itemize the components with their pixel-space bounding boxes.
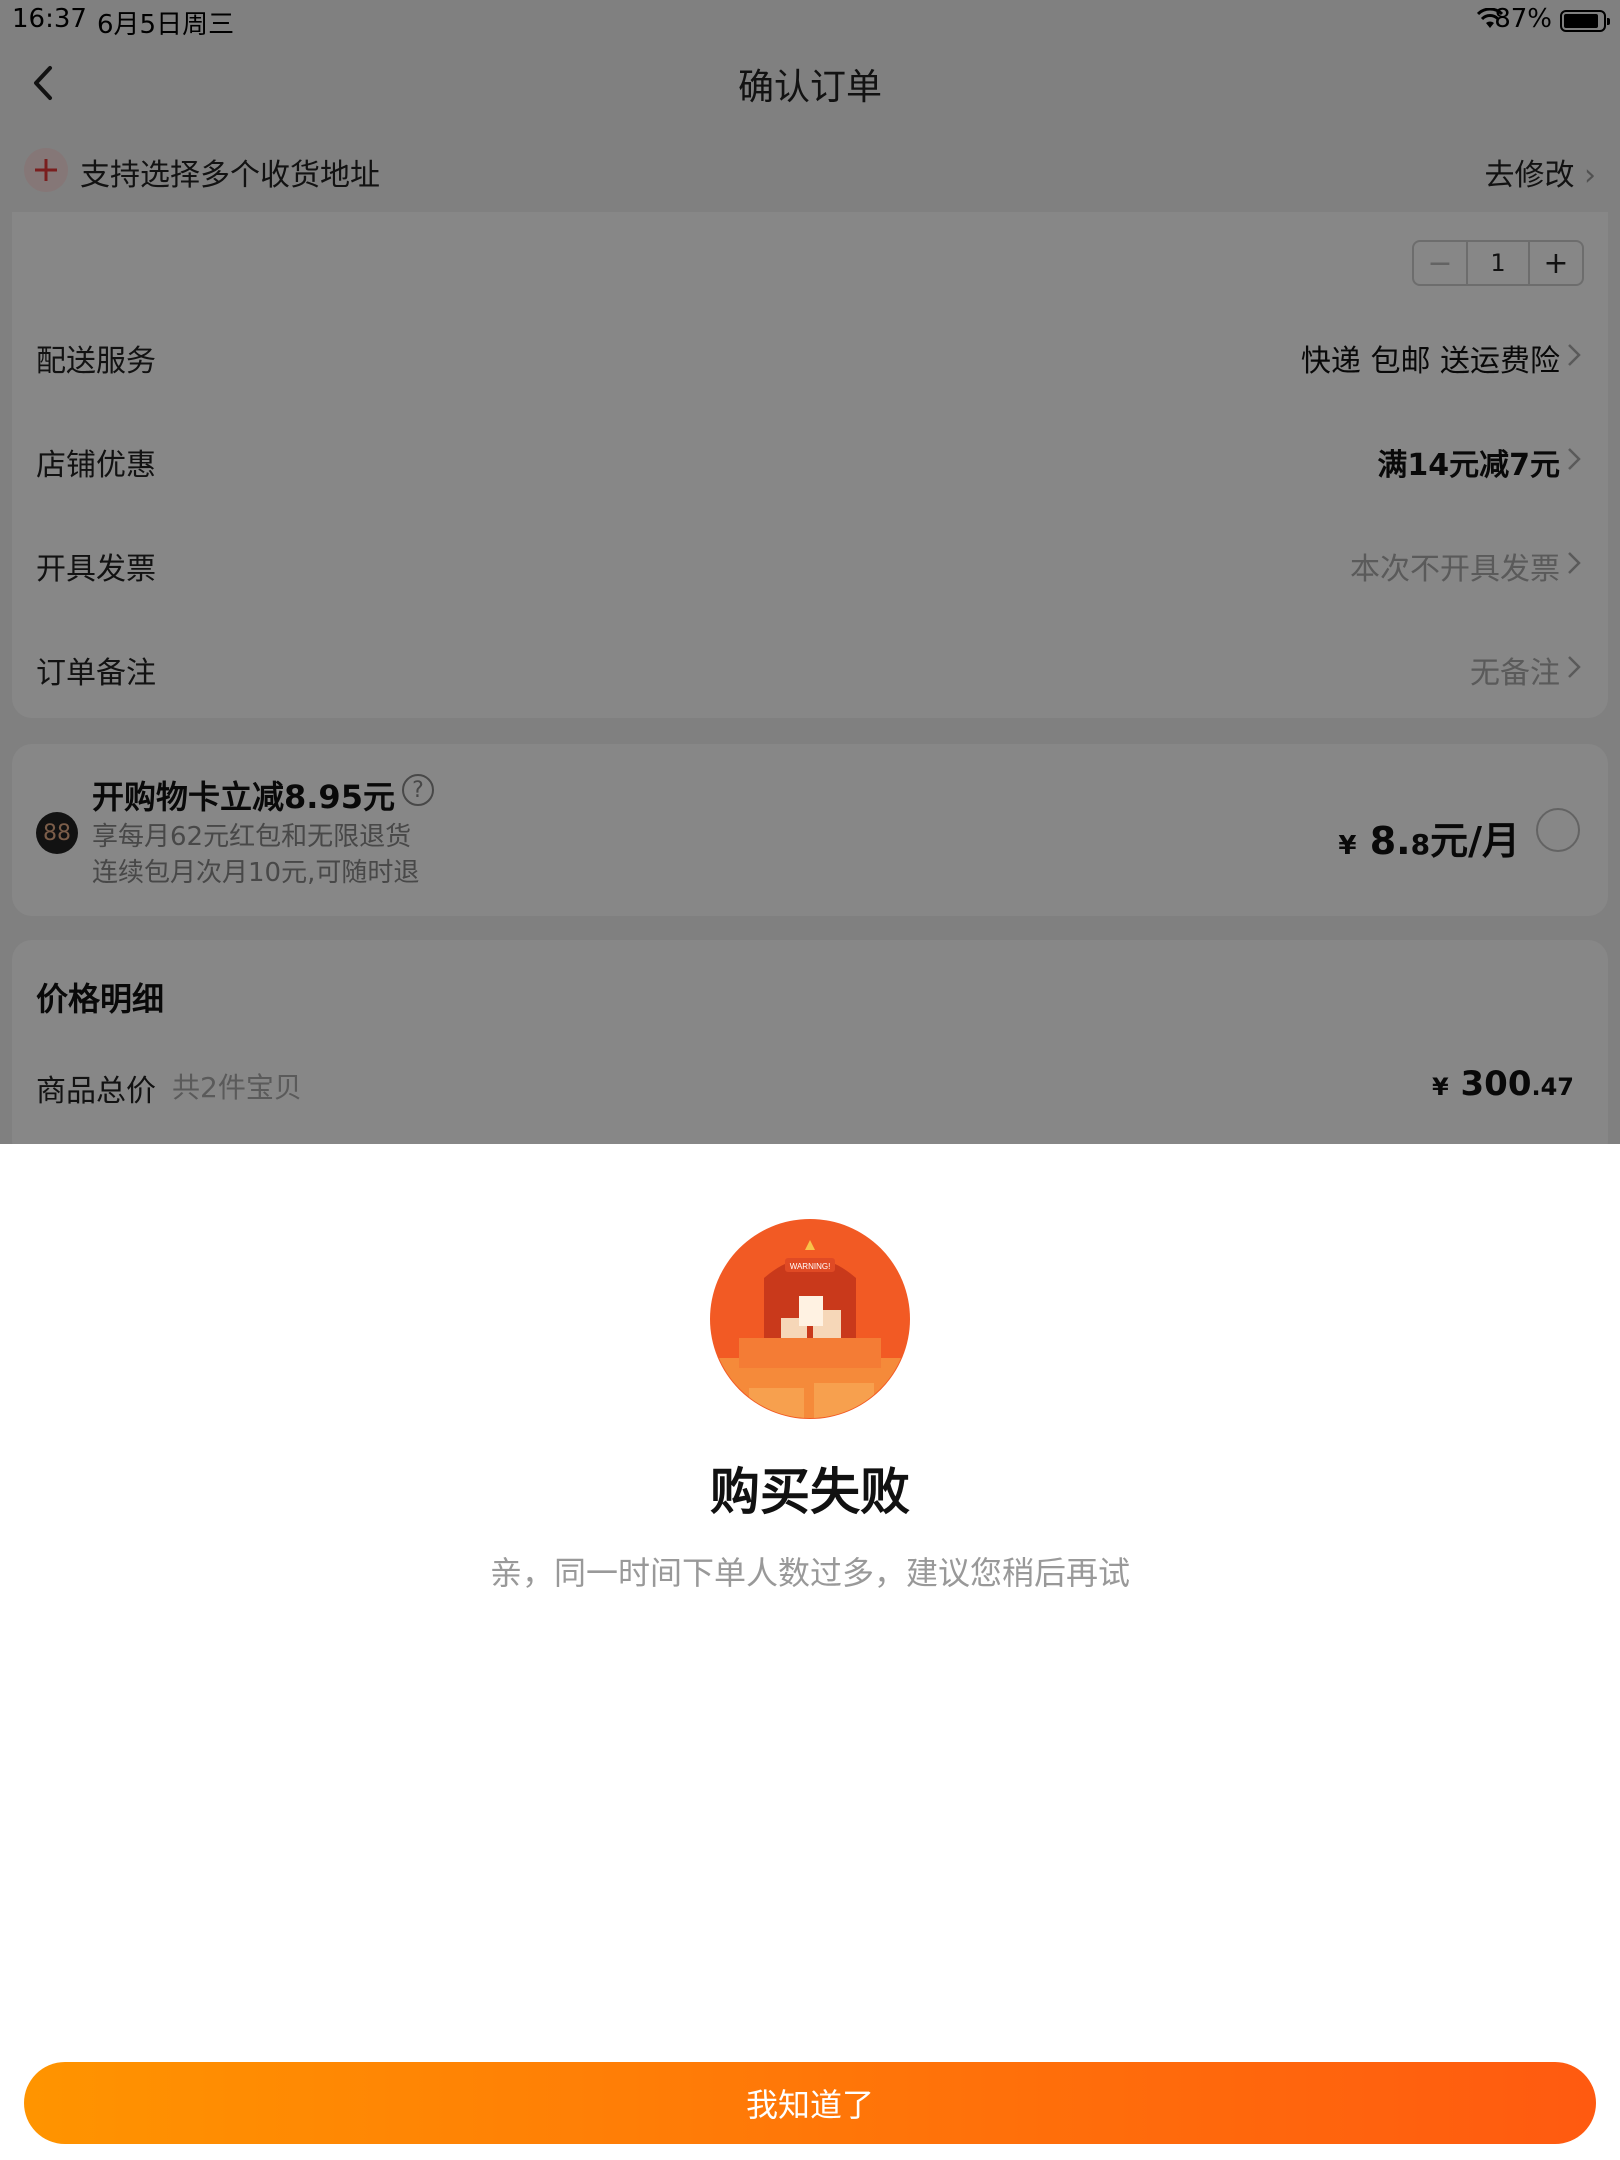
dialog-title: 购买失败 xyxy=(710,1463,910,1521)
modal-overlay[interactable] xyxy=(0,0,1620,1144)
warning-illustration: WARNING! xyxy=(710,1219,910,1419)
illustration-warning-label: WARNING! xyxy=(790,1262,831,1271)
dialog-message: 亲，同一时间下单人数过多，建议您稍后再试 xyxy=(489,1554,1130,1592)
confirm-button[interactable]: 我知道了 xyxy=(24,2062,1596,2144)
